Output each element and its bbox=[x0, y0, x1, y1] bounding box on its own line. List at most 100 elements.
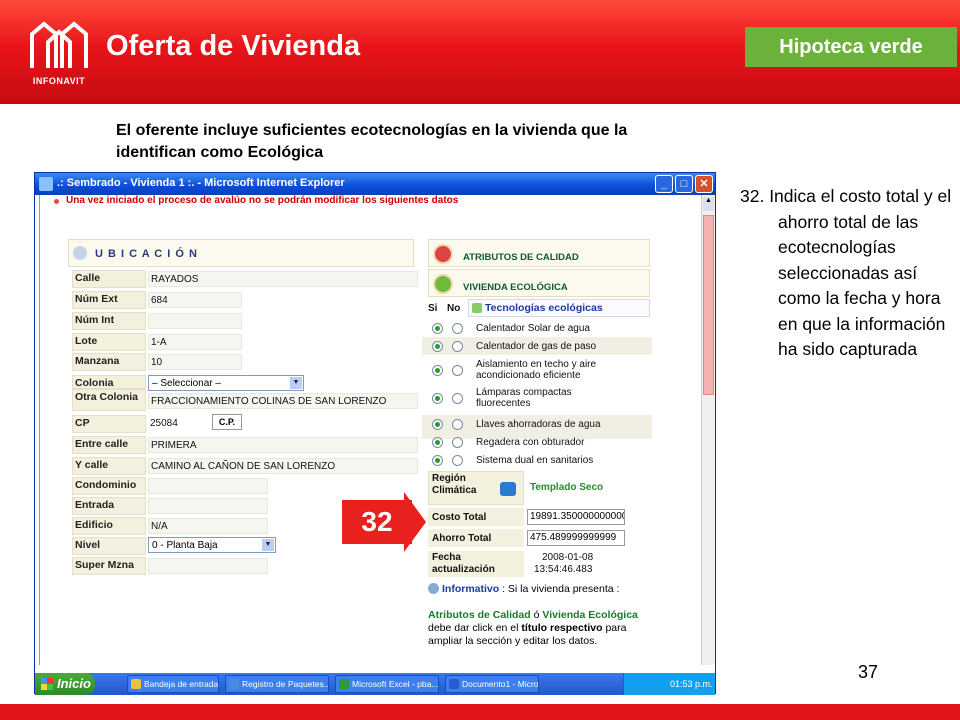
house-icon bbox=[500, 482, 516, 496]
radio-si-1[interactable] bbox=[432, 323, 443, 334]
fecha-date: 2008-01-08 bbox=[542, 552, 594, 563]
no-header: No bbox=[447, 303, 461, 314]
super-mzna-field[interactable] bbox=[148, 558, 268, 574]
tech-item: Calentador Solar de agua bbox=[476, 323, 590, 334]
ubicacion-header: U B I C A C I Ó N bbox=[68, 239, 414, 267]
label-calle: Calle bbox=[72, 270, 146, 288]
info-bold: título respectivo bbox=[521, 622, 603, 634]
eco-house-icon bbox=[433, 274, 453, 294]
fecha-label: Fecha actualización bbox=[432, 552, 495, 575]
label-entre-calle: Entre calle bbox=[72, 436, 146, 454]
info-icon bbox=[73, 246, 87, 260]
quality-icon bbox=[433, 244, 453, 264]
label-edificio: Edificio bbox=[72, 517, 146, 535]
ie-titlebar[interactable]: .: Sembrado - Vivienda 1 :. - Microsoft … bbox=[35, 173, 715, 195]
ie-icon bbox=[229, 679, 239, 689]
radio-si-7[interactable] bbox=[432, 455, 443, 466]
tech-item: Aislamiento en techo y aire acondicionad… bbox=[476, 359, 597, 381]
ie-window: .: Sembrado - Vivienda 1 :. - Microsoft … bbox=[34, 172, 716, 695]
warning-text: Una vez iniciado el proceso de avalúo no… bbox=[66, 195, 459, 206]
vivienda-ecologica-header[interactable]: VIVIENDA ECOLÓGICA bbox=[428, 269, 650, 297]
radio-si-3[interactable] bbox=[432, 365, 443, 376]
fecha-time: 13:54:46.483 bbox=[534, 564, 593, 575]
chevron-down-icon: ▼ bbox=[290, 377, 302, 389]
link-ecologica[interactable]: Vivienda Ecológica bbox=[542, 609, 638, 621]
close-button[interactable]: ✕ bbox=[695, 175, 713, 193]
radio-si-5[interactable] bbox=[432, 419, 443, 430]
lote-field[interactable]: 1-A bbox=[148, 334, 242, 350]
ahorro-label: Ahorro Total bbox=[432, 533, 492, 544]
page-number: 37 bbox=[858, 662, 879, 682]
label-y-calle: Y calle bbox=[72, 457, 146, 475]
label-colonia: Colonia bbox=[72, 375, 146, 389]
link-atributos[interactable]: Atributos de Calidad bbox=[428, 609, 531, 621]
radio-no-7[interactable] bbox=[452, 455, 463, 466]
header-banner: INFONAVIT Oferta de Vivienda Hipoteca ve… bbox=[0, 0, 960, 104]
label-otra-colonia: Otra Colonia bbox=[72, 389, 146, 411]
scroll-up-icon[interactable]: ▲ bbox=[703, 197, 714, 211]
tech-item: Calentador de gas de paso bbox=[476, 341, 597, 352]
num-int-field[interactable] bbox=[148, 313, 242, 329]
region-label: Región Climática bbox=[432, 473, 477, 496]
start-button[interactable]: Inicio bbox=[35, 673, 95, 695]
ahorro-total-field[interactable]: 475.489999999999 bbox=[527, 530, 625, 546]
chevron-down-icon: ▼ bbox=[262, 539, 274, 551]
taskbar-item[interactable]: Registro de Paquetes... bbox=[225, 675, 329, 693]
tech-item: Regadera con obturador bbox=[476, 437, 585, 448]
taskbar-item[interactable]: Microsoft Excel - pba... bbox=[335, 675, 439, 693]
nivel-select[interactable]: 0 - Planta Baja ▼ bbox=[148, 537, 276, 553]
info-title: Informativo bbox=[442, 583, 500, 595]
label-cp: CP bbox=[72, 415, 146, 433]
info-block: Informativo : Si la vivienda presenta : … bbox=[428, 583, 638, 647]
edificio-field[interactable]: N/A bbox=[148, 518, 268, 534]
radio-si-2[interactable] bbox=[432, 341, 443, 352]
calle-field[interactable]: RAYADOS bbox=[148, 271, 418, 287]
costo-total-field[interactable]: 19891.350000000000 bbox=[527, 509, 625, 525]
taskbar-item[interactable]: Documento1 - Micros... bbox=[445, 675, 539, 693]
ie-icon bbox=[39, 177, 53, 191]
window-title: .: Sembrado - Vivienda 1 :. - Microsoft … bbox=[57, 177, 345, 189]
radio-no-6[interactable] bbox=[452, 437, 463, 448]
slide-caption: El oferente incluye suficientes ecotecno… bbox=[116, 122, 628, 161]
num-ext-field[interactable]: 684 bbox=[148, 292, 242, 308]
si-header: Si bbox=[428, 303, 438, 314]
entre-calle-field[interactable]: PRIMERA bbox=[148, 437, 418, 453]
region-value: Templado Seco bbox=[530, 482, 604, 493]
costo-label: Costo Total bbox=[432, 512, 487, 523]
step-callout: 32 bbox=[342, 500, 412, 544]
manzana-field[interactable]: 10 bbox=[148, 354, 242, 370]
word-icon bbox=[449, 679, 459, 689]
info-icon bbox=[428, 583, 439, 594]
condominio-field[interactable] bbox=[148, 478, 268, 494]
label-num-int: Núm Int bbox=[72, 312, 146, 330]
label-num-ext: Núm Ext bbox=[72, 291, 146, 309]
taskbar-item[interactable]: Bandeja de entrada -... bbox=[127, 675, 219, 693]
scrollbar[interactable]: ▲ bbox=[701, 195, 715, 665]
y-calle-field[interactable]: CAMINO AL CAÑON DE SAN LORENZO bbox=[148, 458, 418, 474]
minimize-button[interactable]: _ bbox=[655, 175, 673, 193]
cp-field[interactable]: 25084 bbox=[148, 416, 208, 432]
radio-no-1[interactable] bbox=[452, 323, 463, 334]
cp-button[interactable]: C.P. bbox=[212, 414, 242, 430]
radio-si-4[interactable] bbox=[432, 393, 443, 404]
maximize-button[interactable]: □ bbox=[675, 175, 693, 193]
radio-no-4[interactable] bbox=[452, 393, 463, 404]
otra-colonia-field[interactable]: FRACCIONAMIENTO COLINAS DE SAN LORENZO bbox=[148, 393, 418, 409]
radio-no-5[interactable] bbox=[452, 419, 463, 430]
label-entrada: Entrada bbox=[72, 497, 146, 515]
label-lote: Lote bbox=[72, 333, 146, 351]
label-manzana: Manzana bbox=[72, 353, 146, 371]
colonia-select[interactable]: – Seleccionar – ▼ bbox=[148, 375, 304, 391]
bullet-icon bbox=[54, 199, 59, 204]
entrada-field[interactable] bbox=[148, 498, 268, 514]
radio-no-2[interactable] bbox=[452, 341, 463, 352]
footer-bar bbox=[0, 704, 960, 720]
clock: 01:53 p.m. bbox=[670, 679, 713, 689]
radio-si-6[interactable] bbox=[432, 437, 443, 448]
atributos-calidad-header[interactable]: ATRIBUTOS DE CALIDAD bbox=[428, 239, 650, 267]
tech-item: Lámparas compactas fluorecentes bbox=[476, 387, 572, 409]
scroll-thumb[interactable] bbox=[703, 215, 714, 395]
label-super-mzna: Super Mzna bbox=[72, 557, 146, 575]
radio-no-3[interactable] bbox=[452, 365, 463, 376]
tech-item: Llaves ahorradoras de agua bbox=[476, 419, 601, 430]
